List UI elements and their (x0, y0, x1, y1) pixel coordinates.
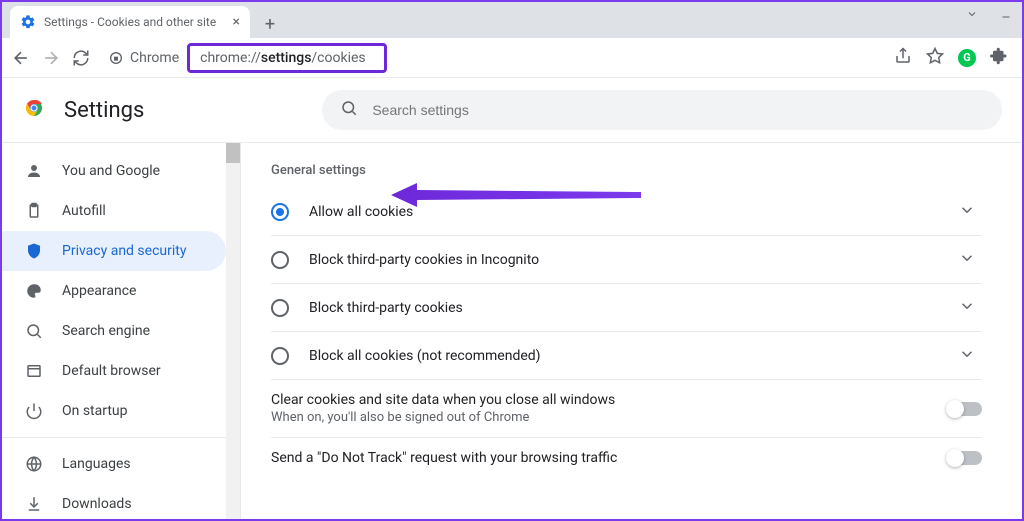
radio-option-block-all[interactable]: Block all cookies (not recommended) (271, 332, 982, 380)
browser-tab[interactable]: Settings - Cookies and other site × (10, 6, 250, 38)
browser-tab-bar: Settings - Cookies and other site × + (2, 2, 1022, 38)
chevron-down-icon[interactable] (952, 201, 982, 223)
close-tab-icon[interactable]: × (233, 14, 240, 30)
forward-icon[interactable] (40, 47, 62, 69)
site-info-icon[interactable]: Chrome (100, 43, 187, 73)
radio-icon[interactable] (271, 347, 289, 365)
power-icon (24, 401, 44, 421)
sidebar-item-languages[interactable]: Languages (2, 444, 226, 484)
search-icon (24, 321, 44, 341)
bookmark-icon[interactable] (926, 47, 944, 69)
person-icon (24, 161, 44, 181)
tab-title: Settings - Cookies and other site (44, 15, 225, 29)
sidebar-item-on-startup[interactable]: On startup (2, 391, 226, 431)
address-url-highlight: chrome://settings/cookies (187, 43, 387, 73)
radio-icon[interactable] (271, 251, 289, 269)
toggle-switch[interactable] (948, 402, 982, 416)
settings-content: General settings Allow all cookies Block… (240, 143, 1022, 519)
extension-badge[interactable]: G (958, 49, 976, 67)
toolbar-right: G (894, 47, 1014, 69)
chevron-down-icon[interactable] (952, 297, 982, 319)
sidebar-divider (2, 437, 226, 438)
gear-icon (20, 14, 36, 30)
chrome-logo-icon (22, 96, 46, 124)
chevron-down-icon[interactable] (952, 345, 982, 367)
address-bar[interactable]: Chrome chrome://settings/cookies (100, 43, 886, 73)
search-settings-box[interactable] (322, 90, 1002, 130)
sidebar-item-search-engine[interactable]: Search engine (2, 311, 226, 351)
settings-app: Settings You and Google (2, 78, 1022, 519)
page-title: Settings (64, 98, 144, 123)
shield-icon (24, 241, 44, 261)
search-icon (340, 99, 358, 121)
radio-icon[interactable] (271, 299, 289, 317)
radio-icon[interactable] (271, 203, 289, 221)
download-icon (24, 494, 44, 514)
browser-toolbar: Chrome chrome://settings/cookies G (2, 38, 1022, 78)
sidebar-item-autofill[interactable]: Autofill (2, 191, 226, 231)
new-tab-button[interactable]: + (256, 10, 284, 38)
radio-option-allow-all[interactable]: Allow all cookies (271, 188, 982, 236)
window-icon (24, 361, 44, 381)
globe-icon (24, 454, 44, 474)
sidebar-item-appearance[interactable]: Appearance (2, 271, 226, 311)
palette-icon (24, 281, 44, 301)
settings-sidebar: You and Google Autofill Privacy and secu… (2, 143, 226, 519)
share-icon[interactable] (894, 47, 912, 69)
toggle-switch[interactable] (948, 451, 982, 465)
chevron-down-icon[interactable] (966, 8, 978, 24)
window-controls (966, 8, 1012, 24)
sidebar-item-default-browser[interactable]: Default browser (2, 351, 226, 391)
radio-option-block-3p[interactable]: Block third-party cookies (271, 284, 982, 332)
section-title: General settings (271, 163, 982, 178)
minimize-icon[interactable] (1000, 8, 1012, 24)
toggle-clear-on-close[interactable]: Clear cookies and site data when you clo… (271, 380, 982, 438)
back-icon[interactable] (10, 47, 32, 69)
sidebar-item-privacy-security[interactable]: Privacy and security (2, 231, 226, 271)
chevron-down-icon[interactable] (952, 249, 982, 271)
toggle-do-not-track[interactable]: Send a "Do Not Track" request with your … (271, 438, 982, 478)
sidebar-scrollbar[interactable] (226, 143, 240, 519)
sidebar-item-downloads[interactable]: Downloads (2, 484, 226, 519)
sidebar-item-you-and-google[interactable]: You and Google (2, 151, 226, 191)
reload-icon[interactable] (70, 47, 92, 69)
radio-option-block-3p-incognito[interactable]: Block third-party cookies in Incognito (271, 236, 982, 284)
settings-header: Settings (2, 78, 1022, 143)
scrollbar-thumb[interactable] (226, 143, 240, 163)
extensions-icon[interactable] (990, 47, 1008, 69)
search-input[interactable] (372, 102, 984, 118)
clipboard-icon (24, 201, 44, 221)
